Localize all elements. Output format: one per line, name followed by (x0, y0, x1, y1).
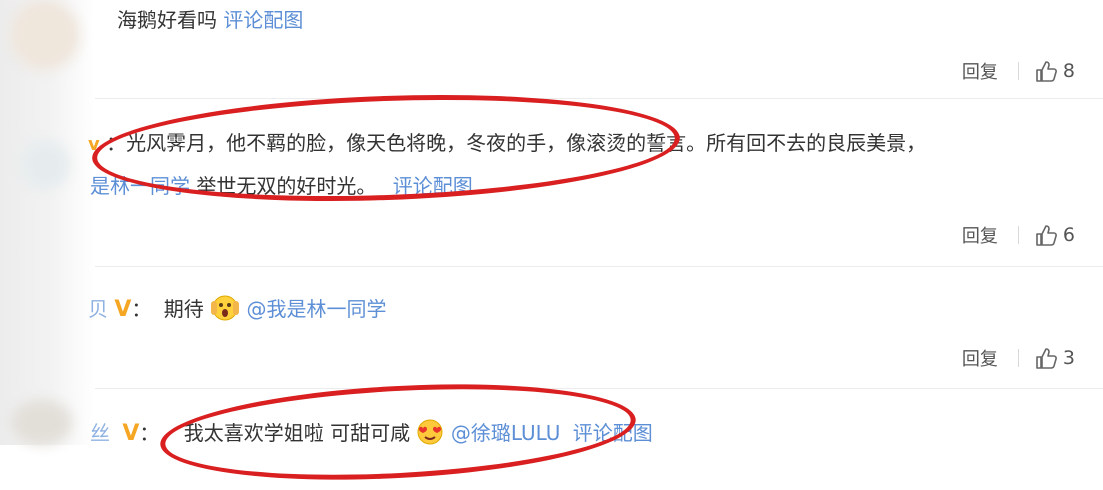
comment-2-actions: 回复 6 (962, 222, 1075, 248)
vip-badge-icon: V (122, 421, 140, 446)
scream-emoji-icon (210, 293, 240, 328)
red-annotation-ellipse (157, 373, 639, 490)
comment-1-actions: 回复 8 (962, 58, 1075, 84)
comment-1-body: 海鹅好看吗 (117, 8, 217, 32)
comment-divider (95, 98, 1103, 99)
comment-3-line: 贝 V： 期待 @我是林一同学 (88, 293, 386, 328)
comment-3-like-count: 3 (1062, 347, 1075, 369)
vip-badge-icon: V (114, 297, 132, 322)
comment-divider (95, 388, 1103, 389)
comment-1-reply-button[interactable]: 回复 (962, 58, 998, 84)
comment-1-image-link[interactable]: 评论配图 (223, 8, 303, 32)
comment-2-reply-button[interactable]: 回复 (962, 222, 998, 248)
comment-divider (95, 266, 1103, 267)
comment-3-mention[interactable]: @我是林一同学 (246, 297, 386, 321)
comment-4-username[interactable]: 丝 (90, 421, 110, 445)
comment-3-body: 期待 (163, 297, 204, 321)
comment-4-colon: ： (139, 421, 160, 445)
comment-1-text: 海鹅好看吗 评论配图 (117, 8, 303, 32)
comment-3-reply-button[interactable]: 回复 (962, 345, 998, 371)
divider (1017, 226, 1019, 244)
thumbs-up-icon[interactable] (1035, 223, 1057, 247)
comment-3-username[interactable]: 贝 (88, 297, 108, 321)
comment-3-actions: 回复 3 (962, 345, 1075, 371)
comment-3-colon: ： (131, 297, 152, 321)
comment-1-like-count: 8 (1062, 60, 1075, 82)
thumbs-up-icon[interactable] (1035, 346, 1057, 370)
divider (1017, 62, 1019, 80)
blurred-avatar-column (0, 0, 95, 445)
thumbs-up-icon[interactable] (1035, 59, 1057, 83)
divider (1017, 349, 1019, 367)
red-annotation-ellipse (90, 85, 682, 211)
comment-2-like-count: 6 (1062, 224, 1075, 246)
